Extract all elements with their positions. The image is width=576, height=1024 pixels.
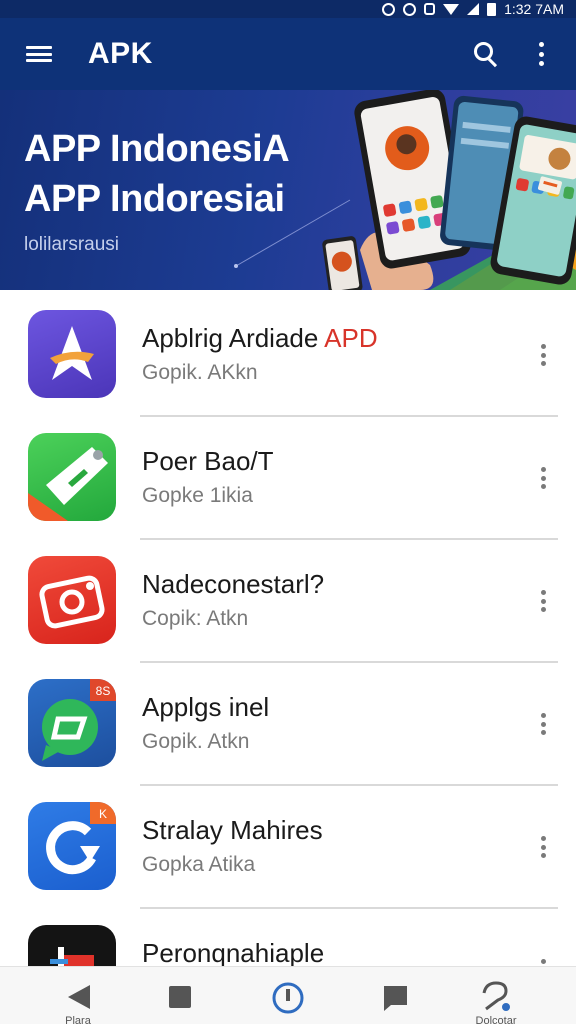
- notification-icon: [424, 3, 436, 15]
- app-subtitle: Gopka Atika: [142, 853, 256, 876]
- app-name: Applgs inel: [142, 692, 270, 722]
- list-item[interactable]: 8S Applgs inel Gopik. Atkn: [0, 659, 576, 786]
- tool-app-icon[interactable]: [28, 433, 116, 521]
- banner-title-line2: APP Indoresiai: [24, 178, 285, 220]
- star-app-icon[interactable]: [28, 310, 116, 398]
- sync-status-icon: [403, 2, 417, 16]
- item-overflow-icon[interactable]: [540, 959, 546, 966]
- app-name: Stralay Mahires: [142, 815, 323, 845]
- home-icon: [272, 982, 304, 1014]
- app-subtitle: Gopke 1ikia: [142, 484, 253, 507]
- nav-help[interactable]: Dolcotar: [446, 967, 546, 1024]
- badge-text: K: [99, 807, 107, 821]
- signal-icon: [467, 3, 480, 15]
- search-icon[interactable]: [472, 40, 500, 68]
- nav-home[interactable]: [238, 967, 338, 1024]
- nav-stop[interactable]: [130, 967, 230, 1024]
- nav-messages[interactable]: [345, 967, 445, 1024]
- nav-label: Plara: [65, 1015, 91, 1024]
- stop-icon: [169, 986, 191, 1008]
- help-icon: [482, 981, 510, 1011]
- message-icon: [384, 986, 407, 1011]
- app-name: Apblrig Ardiade APD: [142, 323, 378, 353]
- alarm-icon: [382, 2, 396, 16]
- app-name: Peronqnahiaple: [142, 938, 325, 966]
- item-overflow-icon[interactable]: [540, 590, 546, 612]
- app-subtitle: Gopik. AKkn: [142, 361, 258, 384]
- item-overflow-icon[interactable]: [540, 467, 546, 489]
- app-name: Poer Bao/T: [142, 446, 274, 476]
- app-subtitle: Copik: Atkn: [142, 607, 249, 630]
- nav-label: Dolcotar: [475, 1015, 517, 1024]
- wifi-icon: [443, 3, 460, 15]
- banner-title-line1: APP IndonesiA: [24, 128, 290, 170]
- app-subtitle: Gopik. Atkn: [142, 730, 250, 753]
- item-overflow-icon[interactable]: [540, 836, 546, 858]
- app-bar: APK: [0, 18, 576, 90]
- app-list: Apblrig Ardiade APD Gopik. AKkn Poer Bao…: [0, 290, 576, 966]
- menu-icon[interactable]: [26, 44, 52, 64]
- media-app-icon[interactable]: [28, 925, 116, 966]
- battery-icon: [487, 2, 497, 16]
- nav-back[interactable]: Plara: [28, 967, 128, 1024]
- list-item[interactable]: Apblrig Ardiade APD Gopik. AKkn: [0, 290, 576, 417]
- list-item[interactable]: K Stralay Mahires Gopka Atika: [0, 782, 576, 909]
- item-overflow-icon[interactable]: [540, 344, 546, 366]
- badge-text: 8S: [96, 684, 111, 698]
- back-icon: [68, 985, 90, 1009]
- item-overflow-icon[interactable]: [540, 713, 546, 735]
- list-item[interactable]: Peronqnahiaple: [0, 905, 576, 966]
- overflow-menu-icon[interactable]: [538, 42, 544, 66]
- list-item[interactable]: Nadeconestarl? Copik: Atkn: [0, 536, 576, 663]
- status-bar: 1:32 7AM: [0, 0, 576, 18]
- bottom-navigation: Plara Dolcotar: [0, 966, 576, 1024]
- chat-app-icon[interactable]: 8S: [28, 679, 116, 767]
- banner-subtitle: lolilarsrausi: [24, 234, 120, 255]
- small-phone: [322, 236, 363, 290]
- sync-app-icon[interactable]: K: [28, 802, 116, 890]
- app-title: APK: [88, 37, 153, 70]
- app-name: Nadeconestarl?: [142, 569, 325, 599]
- camera-app-icon[interactable]: [28, 556, 116, 644]
- promo-banner[interactable]: APP IndonesiA APP Indoresiai lolilarsrau…: [0, 90, 576, 290]
- status-time: 1:32 7AM: [504, 1, 564, 17]
- list-item[interactable]: Poer Bao/T Gopke 1ikia: [0, 413, 576, 540]
